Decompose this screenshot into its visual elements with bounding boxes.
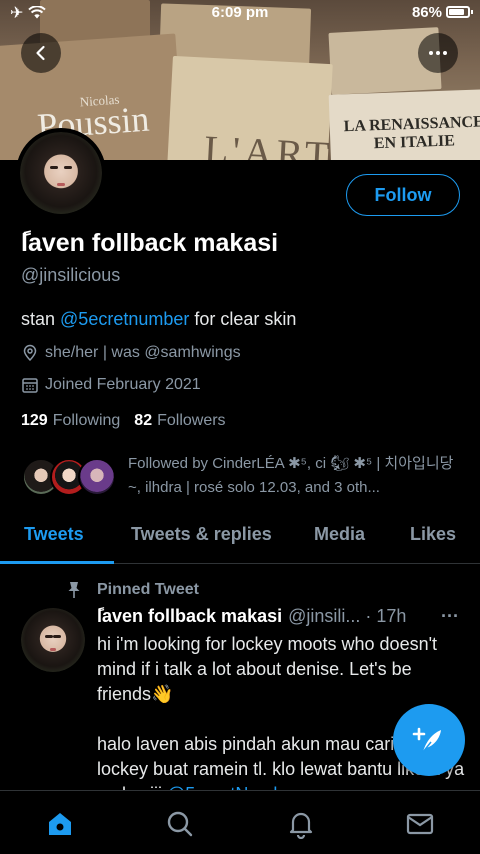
profile-tabs: Tweets Tweets & replies Media Likes [0, 508, 480, 564]
bio-text: stan [21, 309, 61, 329]
profile-joined: Joined February 2021 [21, 376, 201, 394]
banner-book-lart: L'ART [167, 55, 335, 160]
search-icon [167, 811, 193, 837]
calendar-icon [22, 378, 38, 393]
bio-text: for clear skin [189, 309, 297, 329]
following-count: 129 [21, 412, 48, 429]
status-bar: ✈ ︎ 6:09 pm 86% [0, 0, 480, 26]
tab-tweets-replies[interactable]: Tweets & replies [131, 524, 272, 545]
banner-book-title: LA RENAISSANCE EN ITALIE [343, 113, 480, 153]
tweet-more-button[interactable]: ··· [441, 606, 459, 627]
followers-count: 82 [134, 412, 153, 429]
nav-messages[interactable] [405, 809, 435, 839]
profile-bio: stan @5ecretnumber for clear skin [21, 309, 296, 330]
more-button[interactable] [418, 33, 458, 73]
battery-icon [446, 6, 473, 18]
profile-display-name: ًlaven follback makasi [21, 229, 279, 257]
bottom-navigation [0, 790, 480, 854]
following-link[interactable]: 129 Following [21, 412, 120, 430]
more-horizontal-icon [429, 51, 447, 55]
tab-tweets[interactable]: Tweets [24, 524, 84, 545]
joined-text: Joined February 2021 [45, 376, 201, 393]
nav-home[interactable] [45, 809, 75, 839]
notifications-icon [289, 812, 313, 840]
profile-avatar[interactable] [16, 128, 106, 218]
profile-handle: @jinsilicious [21, 265, 121, 285]
profile-location: she/her | was @samhwings [21, 344, 241, 362]
followers-label: Followers [157, 412, 226, 429]
bio-mention-link[interactable]: @5ecretnumber [60, 309, 189, 329]
banner-book-renaissance: LA RENAISSANCE EN ITALIE [328, 89, 480, 160]
following-label: Following [52, 412, 121, 429]
location-text: she/her | was @samhwings [45, 344, 241, 361]
pinned-label-text: Pinned Tweet [97, 581, 199, 598]
tweet-author-avatar[interactable] [21, 608, 85, 672]
battery-percent: 86% [411, 4, 442, 21]
follow-button[interactable]: Follow [346, 174, 460, 216]
pin-icon [68, 582, 80, 598]
followers-link[interactable]: 82 Followers [134, 412, 225, 430]
messages-icon [406, 813, 434, 835]
chevron-left-icon [36, 45, 45, 61]
nav-notifications[interactable] [286, 809, 316, 840]
tweet-author-name[interactable]: ًlaven follback makasi [97, 606, 282, 627]
compose-tweet-button[interactable] [393, 704, 465, 776]
tweet-header: ًlaven follback makasi @jinsili... · 17h… [97, 606, 467, 627]
status-time: 6:09 pm [211, 4, 269, 21]
pinned-tweet-label: Pinned Tweet [64, 580, 199, 600]
tweet-handle-time: @jinsili... · 17h [288, 606, 407, 626]
avatar [78, 458, 116, 496]
tab-media[interactable]: Media [314, 524, 365, 545]
tweet-text-part: hi i'm looking for lockey moots who does… [97, 634, 443, 704]
nav-search[interactable] [165, 809, 195, 839]
banner-book-title: L'ART [202, 126, 335, 160]
follow-counts: 129 Following 82 Followers [21, 412, 226, 430]
feather-plus-icon [412, 727, 441, 753]
tab-likes[interactable]: Likes [410, 524, 456, 545]
followed-by-text[interactable]: Followed by CinderLÉA ✱⁵, ci 🐿 ✱⁵ | 치아입니… [128, 452, 468, 500]
followed-by-avatars[interactable] [22, 458, 116, 498]
location-pin-icon [23, 344, 37, 362]
home-icon [49, 813, 71, 835]
active-tab-indicator [0, 561, 114, 564]
back-button[interactable] [21, 33, 61, 73]
